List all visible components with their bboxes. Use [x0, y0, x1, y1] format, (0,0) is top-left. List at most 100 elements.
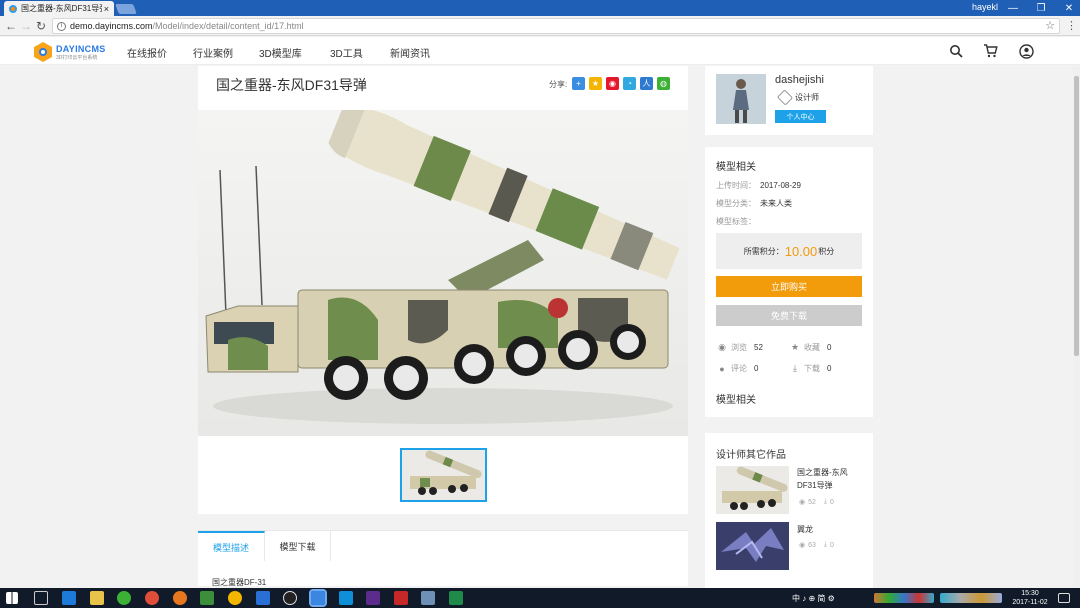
- task-view-icon[interactable]: [34, 591, 48, 605]
- free-download-button[interactable]: 免费下载: [716, 305, 862, 326]
- url-host: demo.dayincms.com: [70, 21, 153, 31]
- ime-status[interactable]: 中 ♪ ⊕ 简 ⚙: [792, 593, 835, 604]
- download-icon: ⤓: [823, 541, 828, 548]
- designer-role-label: 设计师: [795, 93, 819, 102]
- logo-hex-icon: [34, 42, 52, 62]
- work-stats-pterosaur: ◉ 63 ⤓ 0: [799, 541, 834, 549]
- logo-sub-text: 3D打印云平台系统: [56, 54, 98, 61]
- file-explorer-icon[interactable]: [90, 591, 104, 605]
- download-icon: ⤓: [823, 498, 828, 505]
- app-icon-yellow[interactable]: [228, 591, 242, 605]
- comments-stat: ● 评论 0: [717, 363, 758, 374]
- description-tabs-panel: 模型描述 模型下载 国之重器DF-31: [198, 530, 688, 587]
- bookmark-star-icon[interactable]: ☆: [1045, 19, 1055, 32]
- product-main-image[interactable]: [198, 110, 688, 436]
- work-thumbnail-df31[interactable]: [716, 466, 789, 514]
- nav-item-pricing[interactable]: 在线报价: [127, 45, 167, 60]
- upload-time-value: 2017-08-29: [760, 181, 801, 190]
- skype-app-icon[interactable]: [339, 591, 353, 605]
- nav-item-news[interactable]: 新闻资讯: [390, 45, 430, 60]
- designer-avatar[interactable]: [716, 74, 766, 124]
- share-qzone-icon[interactable]: ★: [589, 77, 602, 90]
- work-title-df31[interactable]: 国之重器-东风DF31导弹: [797, 466, 857, 492]
- excel-app-icon[interactable]: [449, 591, 463, 605]
- favorites-stat[interactable]: ★ 收藏 0: [790, 342, 832, 353]
- profile-name[interactable]: hayekl: [972, 2, 998, 12]
- system-tray-icons-2[interactable]: [940, 593, 1002, 603]
- close-window-button[interactable]: ✕: [1058, 0, 1080, 16]
- acrobat-app-icon[interactable]: [394, 591, 408, 605]
- personal-center-button[interactable]: 个人中心: [775, 110, 826, 123]
- reload-icon[interactable]: ↻: [34, 18, 48, 34]
- notepad-app-icon[interactable]: [421, 591, 435, 605]
- share-wechat-icon[interactable]: ◍: [657, 77, 670, 90]
- product-thumbnail[interactable]: [400, 448, 487, 502]
- windows-start-icon[interactable]: [6, 592, 18, 604]
- page-scrollbar[interactable]: [1073, 66, 1080, 588]
- work-thumbnail-pterosaur[interactable]: [716, 522, 789, 570]
- share-tencent-icon[interactable]: ◔: [623, 77, 636, 90]
- site-favicon-icon: [9, 4, 17, 13]
- tab-model-download[interactable]: 模型下载: [265, 531, 331, 561]
- nav-item-model-library[interactable]: 3D模型库: [259, 45, 302, 60]
- forward-arrow-icon[interactable]: →: [19, 18, 33, 34]
- user-account-icon[interactable]: [1018, 43, 1034, 59]
- browser-titlebar: 国之重器-东风DF31导弹 × hayekl — ❐ ✕: [0, 0, 1080, 16]
- site-info-icon[interactable]: i: [57, 21, 66, 31]
- restore-button[interactable]: ❐: [1030, 0, 1052, 16]
- category-value: 未来人类: [760, 199, 792, 208]
- comment-icon: ●: [719, 363, 725, 374]
- work-stats-df31: ◉ 52 ⤓ 0: [799, 498, 834, 506]
- downloads-stat: ⤓ 下载 0: [790, 363, 831, 374]
- buy-now-button[interactable]: 立即购买: [716, 276, 862, 297]
- url-path: /Model/index/detail/content_id/17.html: [152, 21, 304, 31]
- chrome-active-icon[interactable]: [309, 589, 327, 607]
- logo-main-text: DAYINCMS: [56, 43, 106, 54]
- minimize-button[interactable]: —: [1002, 0, 1024, 16]
- description-text: 国之重器DF-31: [212, 578, 267, 587]
- designer-role: 设计师: [776, 89, 819, 106]
- notification-icon[interactable]: [1058, 593, 1070, 603]
- product-title: 国之重器-东风DF31导弹: [216, 77, 367, 93]
- tab-model-description[interactable]: 模型描述: [198, 531, 265, 561]
- browser-menu-icon[interactable]: ⋮: [1066, 19, 1077, 32]
- url-input[interactable]: i demo.dayincms.com/Model/index/detail/c…: [52, 18, 1060, 34]
- windows-taskbar: 中 ♪ ⊕ 简 ⚙ 15:30 2017-11-02: [0, 588, 1080, 608]
- search-icon[interactable]: [948, 43, 964, 59]
- back-arrow-icon[interactable]: ←: [4, 18, 18, 34]
- price-box: 所需积分： 10.00 积分: [716, 233, 862, 269]
- address-bar-row: ← → ↻ i demo.dayincms.com/Model/index/de…: [0, 16, 1080, 36]
- eye-icon: ◉: [799, 499, 806, 506]
- nav-item-3d-tools[interactable]: 3D工具: [330, 45, 363, 60]
- edge-browser-icon[interactable]: [62, 591, 76, 605]
- price-value: 10.00: [784, 243, 818, 259]
- share-renren-icon[interactable]: 人: [640, 77, 653, 90]
- clock[interactable]: 15:30 2017-11-02: [1010, 589, 1050, 607]
- related-heading: 模型相关: [716, 395, 756, 406]
- close-tab-icon[interactable]: ×: [104, 4, 109, 14]
- site-header: DAYINCMS 3D打印云平台系统 在线报价 行业案例 3D模型库 3D工具 …: [0, 37, 1080, 65]
- system-tray-icons[interactable]: [874, 593, 934, 603]
- nav-item-cases[interactable]: 行业案例: [193, 45, 233, 60]
- qq-app-icon[interactable]: [283, 591, 297, 605]
- premiere-app-icon[interactable]: [366, 591, 380, 605]
- browser-tab[interactable]: 国之重器-东风DF31导弹 ×: [4, 1, 114, 16]
- wechat-app-icon[interactable]: [117, 591, 131, 605]
- share-label: 分享:: [549, 80, 568, 89]
- chrome-app-icon[interactable]: [145, 591, 159, 605]
- upload-time-label: 上传时间： 2017-08-29: [716, 181, 801, 190]
- share-weibo-icon[interactable]: ◉: [606, 77, 619, 90]
- designer-name[interactable]: dashejishi: [775, 74, 824, 86]
- eye-icon: ◉: [799, 542, 806, 549]
- app-icon-green[interactable]: [200, 591, 214, 605]
- share-plus-icon[interactable]: +: [572, 77, 585, 90]
- scrollbar-thumb[interactable]: [1074, 76, 1079, 356]
- work-title-pterosaur[interactable]: 翼龙: [797, 523, 857, 536]
- views-stat: ◉ 浏览 52: [718, 342, 763, 352]
- cart-icon[interactable]: [982, 43, 998, 59]
- new-tab-button[interactable]: [115, 4, 137, 14]
- firefox-app-icon[interactable]: [173, 591, 187, 605]
- tags-label: 模型标签：: [716, 217, 756, 226]
- app-icon-blue-star[interactable]: [256, 591, 270, 605]
- site-logo[interactable]: DAYINCMS 3D打印云平台系统: [34, 40, 106, 64]
